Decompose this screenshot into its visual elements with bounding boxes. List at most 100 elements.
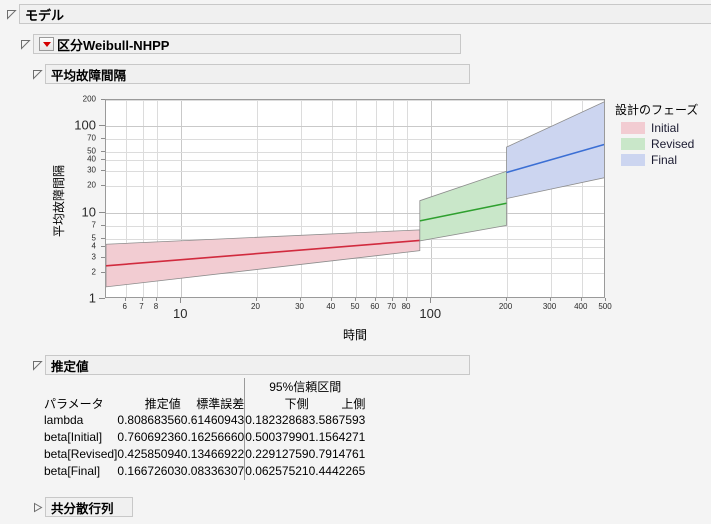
confidence-interval-group-header: 95%信頼区間 xyxy=(244,378,366,395)
cell-parameter: beta[Final] xyxy=(44,464,101,478)
y-axis-tick xyxy=(99,125,105,127)
cell-lower: 0.18232868 xyxy=(244,412,309,429)
y-axis-tick xyxy=(101,237,105,239)
x-axis-tick xyxy=(406,298,408,301)
x-axis-tick-label: 50 xyxy=(350,302,360,311)
y-axis-tick xyxy=(101,224,105,226)
x-axis-tick-label: 10 xyxy=(173,306,188,321)
y-axis-tick-label: 40 xyxy=(87,154,96,164)
y-axis-tick-label: 70 xyxy=(87,133,96,143)
section-title-model: モデル xyxy=(25,7,65,23)
cell-std-error: 0.08336307 xyxy=(180,464,245,478)
red-triangle-menu-icon[interactable] xyxy=(39,37,54,51)
y-axis-tick xyxy=(101,99,105,100)
section-header-model[interactable]: モデル xyxy=(19,4,711,24)
x-axis-tick-label: 200 xyxy=(498,302,513,311)
y-axis-tick-label: 50 xyxy=(87,146,96,156)
y-axis-tick xyxy=(101,271,105,273)
disclosure-triangle-open-icon[interactable] xyxy=(20,39,31,50)
cell-std-error: 0.13466922 xyxy=(180,447,245,461)
x-axis-tick-label: 80 xyxy=(401,302,411,311)
x-axis-tick-label: 6 xyxy=(122,302,128,311)
legend-item-final[interactable]: Final xyxy=(621,153,677,167)
disclosure-triangle-closed-icon[interactable] xyxy=(32,502,43,513)
section-header-mtbf[interactable]: 平均故障間隔 xyxy=(45,64,470,84)
plot-frame xyxy=(105,99,605,298)
y-axis-tick-label: 20 xyxy=(87,180,96,190)
y-axis-tick-label: 3 xyxy=(91,252,96,262)
cell-std-error: 0.61460943 xyxy=(180,413,245,427)
cell-upper: 0.7914761 xyxy=(308,447,366,461)
cell-upper: 3.5867593 xyxy=(308,413,366,427)
legend-item-initial[interactable]: Initial xyxy=(621,121,679,135)
x-axis-tick xyxy=(549,298,551,301)
confidence-band-final xyxy=(506,101,604,200)
x-axis-tick xyxy=(330,298,332,301)
disclosure-triangle-open-icon[interactable] xyxy=(32,69,43,80)
legend-label: Final xyxy=(651,153,678,167)
x-axis-tick-label: 70 xyxy=(387,302,396,311)
x-axis-tick xyxy=(180,298,182,303)
outline-row-weibull: 区分Weibull-NHPP xyxy=(20,34,461,54)
cell-estimate: 0.80868356 xyxy=(117,413,181,427)
legend-swatch-icon xyxy=(621,138,645,150)
section-title-estimates: 推定値 xyxy=(51,359,89,374)
x-axis-title: 時間 xyxy=(342,328,368,342)
disclosure-triangle-open-icon[interactable] xyxy=(32,360,43,371)
y-axis-tick xyxy=(101,170,105,172)
x-axis-tick-label: 30 xyxy=(295,302,304,311)
table-row[interactable]: beta[Final] 0.16672603 0.08336307 0.0625… xyxy=(44,463,365,480)
y-axis-tick-label: 30 xyxy=(87,165,96,175)
x-axis-tick xyxy=(505,298,507,301)
cell-lower: 0.22912759 xyxy=(244,446,309,463)
x-axis-tick xyxy=(141,298,143,301)
x-axis-tick xyxy=(391,298,393,301)
x-axis-tick-label: 400 xyxy=(574,302,588,311)
disclosure-triangle-open-icon[interactable] xyxy=(6,9,17,20)
outline-row-mtbf: 平均故障間隔 xyxy=(32,64,470,84)
table-row[interactable]: beta[Revised] 0.42585094 0.13466922 0.22… xyxy=(44,446,365,463)
table-header-row: パラメータ 推定値 標準誤差 下側 上側 xyxy=(44,395,365,412)
column-header-upper: 上側 xyxy=(341,397,366,411)
cell-estimate: 0.16672603 xyxy=(117,464,181,478)
section-title-mtbf: 平均故障間隔 xyxy=(51,68,127,83)
x-axis-tick-label: 300 xyxy=(542,302,557,311)
series-layer xyxy=(106,101,604,288)
legend-swatch-icon xyxy=(621,122,645,134)
y-axis-tick xyxy=(101,245,105,247)
table-group-header-row: 95%信頼区間 xyxy=(44,378,366,395)
outline-row-model: モデル xyxy=(6,4,711,24)
cell-parameter: lambda xyxy=(44,413,84,427)
estimates-table: 95%信頼区間 パラメータ 推定値 標準誤差 下側 上側 lambda 0.80… xyxy=(44,378,366,480)
y-axis-tick-label: 10 xyxy=(81,204,96,220)
section-header-weibull[interactable]: 区分Weibull-NHPP xyxy=(33,34,461,54)
column-header-std-error: 標準誤差 xyxy=(196,397,245,411)
x-axis-tick xyxy=(156,298,158,301)
cell-parameter: beta[Initial] xyxy=(44,430,103,444)
x-axis-tick xyxy=(299,298,301,301)
legend-item-revised[interactable]: Revised xyxy=(621,137,694,151)
legend-label: Initial xyxy=(651,121,680,135)
section-header-covariance[interactable]: 共分散行列 xyxy=(45,497,133,517)
y-axis-tick-label: 100 xyxy=(74,117,96,133)
x-axis-tick xyxy=(374,298,376,301)
y-axis-tick xyxy=(99,298,105,299)
legend-label: Revised xyxy=(651,137,695,151)
cell-estimate: 0.76069236 xyxy=(117,430,181,444)
x-axis-tick-label: 7 xyxy=(139,302,144,311)
x-axis-tick-label: 60 xyxy=(370,302,380,311)
y-axis-tick-label: 1 xyxy=(88,290,96,306)
table-row[interactable]: lambda 0.80868356 0.61460943 0.18232868 … xyxy=(44,412,365,429)
table-row[interactable]: beta[Initial] 0.76069236 0.16256660 0.50… xyxy=(44,429,365,446)
x-axis-tick xyxy=(605,298,606,301)
section-header-estimates[interactable]: 推定値 xyxy=(45,355,470,375)
y-axis-title: 平均故障間隔 xyxy=(52,164,66,237)
y-axis-tick xyxy=(99,211,105,213)
cell-estimate: 0.42585094 xyxy=(117,447,181,461)
outline-row-covariance: 共分散行列 xyxy=(32,497,133,517)
legend-swatch-icon xyxy=(621,154,645,166)
legend-title: 設計のフェーズ xyxy=(615,103,699,117)
estimates-table-grid: 95%信頼区間 パラメータ 推定値 標準誤差 下側 上側 lambda 0.80… xyxy=(44,378,366,480)
cell-lower: 0.06257521 xyxy=(244,463,309,480)
x-axis-tick xyxy=(255,298,257,301)
